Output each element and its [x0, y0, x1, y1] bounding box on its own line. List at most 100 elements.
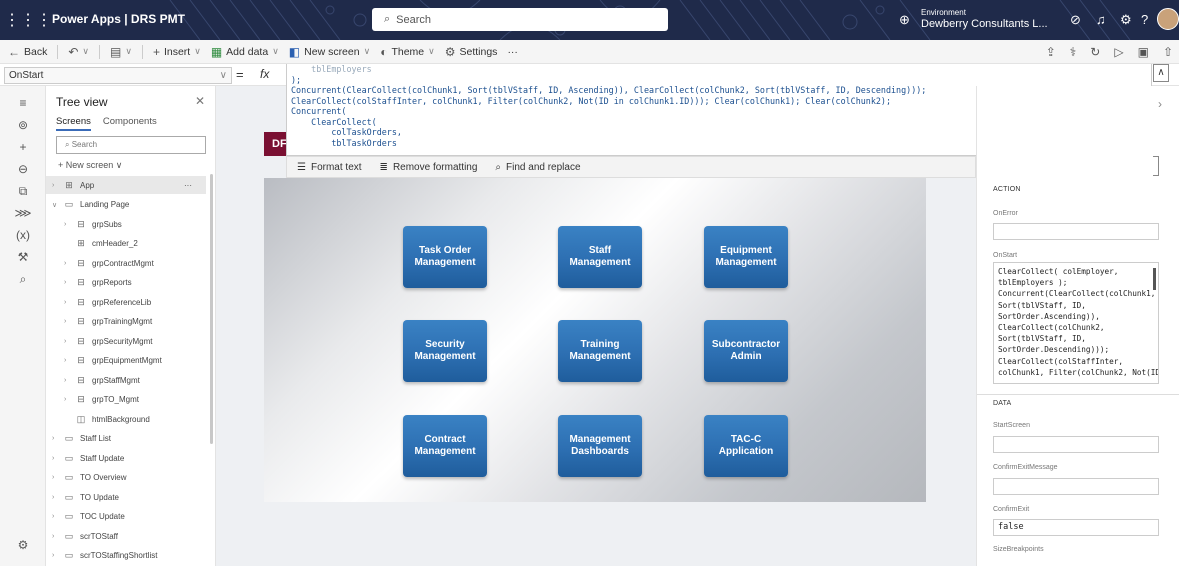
on-start-scrollbar[interactable] — [1153, 268, 1156, 290]
fx-icon[interactable]: fx — [260, 67, 269, 81]
tree-item[interactable]: › ⊟ grpTrainingMgmt — [46, 313, 206, 331]
expand-chevron-icon[interactable]: › — [52, 435, 62, 442]
power-automate-icon[interactable]: ⋙ — [0, 206, 46, 220]
tree-item[interactable]: › ⊟ grpReports — [46, 274, 206, 292]
tree-item[interactable]: ∨ ▭ Landing Page — [46, 196, 206, 214]
expand-chevron-icon[interactable]: › — [52, 474, 62, 481]
tree-item[interactable]: › ▭ Staff Update — [46, 449, 206, 467]
remove-formatting-button[interactable]: ≣ Remove formatting — [380, 162, 478, 173]
expand-chevron-icon[interactable]: › — [52, 455, 62, 462]
tree-item[interactable]: ⊞ cmHeader_2 — [46, 235, 206, 253]
tree-view-icon[interactable]: ⊚ — [0, 118, 46, 132]
expand-chevron-icon[interactable]: › — [64, 279, 74, 286]
notifications-icon[interactable]: ♫ — [1096, 12, 1106, 27]
more-button[interactable]: ··· — [507, 46, 518, 58]
chevron-right-icon[interactable]: › — [1158, 97, 1162, 111]
tree-item[interactable]: › ▭ Staff List — [46, 430, 206, 448]
expand-chevron-icon[interactable]: › — [52, 494, 62, 501]
nav-tile[interactable]: Task Order Management — [403, 226, 487, 288]
settings-icon[interactable]: ⚙ — [1120, 12, 1132, 28]
add-data-button[interactable]: ▦ Add data ∨ — [211, 45, 279, 59]
nav-tile[interactable]: Security Management — [403, 320, 487, 382]
expand-chevron-icon[interactable]: › — [64, 221, 74, 228]
help-icon[interactable]: ? — [1141, 12, 1148, 27]
find-replace-button[interactable]: ⌕ Find and replace — [495, 162, 580, 173]
refresh-icon[interactable]: ↻ — [1090, 45, 1100, 59]
nav-tile[interactable]: Training Management — [558, 320, 642, 382]
tab-screens[interactable]: Screens — [56, 116, 91, 131]
nav-tile[interactable]: Staff Management — [558, 226, 642, 288]
search-icon[interactable]: ⌕ — [0, 272, 46, 287]
expand-chevron-icon[interactable]: › — [64, 338, 74, 345]
nav-tile[interactable]: Subcontractor Admin — [704, 320, 788, 382]
back-button[interactable]: ← Back — [8, 45, 47, 59]
share-icon[interactable]: ⇪ — [1046, 45, 1056, 59]
more-icon[interactable]: ··· — [184, 181, 192, 190]
on-start-field[interactable]: ClearCollect( colEmployer, tblEmployers )… — [993, 262, 1159, 384]
settings-button[interactable]: ⚙ Settings — [445, 45, 498, 59]
avatar[interactable] — [1157, 8, 1179, 30]
environment-picker[interactable]: ⊕ Environment Dewberry Consultants L... — [895, 6, 1055, 34]
insert-button[interactable]: + Insert ∨ — [153, 45, 201, 59]
tree-item[interactable]: › ▭ TO Update — [46, 488, 206, 506]
nav-tile[interactable]: Contract Management — [403, 415, 487, 477]
tree-item[interactable]: › ▭ TOC Update — [46, 508, 206, 526]
advanced-tools-icon[interactable]: ⚒ — [0, 250, 46, 264]
nav-tile[interactable]: Management Dashboards — [558, 415, 642, 477]
variables-icon[interactable]: (x) — [0, 228, 46, 242]
data-icon[interactable]: ⊖ — [0, 162, 46, 176]
tree-item[interactable]: › ⊟ grpContractMgmt — [46, 254, 206, 272]
expand-chevron-icon[interactable]: › — [64, 318, 74, 325]
expand-chevron-icon[interactable]: ∨ — [52, 201, 62, 209]
insert-icon[interactable]: + — [0, 140, 46, 154]
expand-formula-icon[interactable]: ∧ — [1153, 64, 1169, 82]
tab-components[interactable]: Components — [103, 116, 157, 131]
theme-button[interactable]: ◐ Theme ∨ — [380, 45, 435, 59]
tree-item[interactable]: › ▭ scrTOStaff — [46, 527, 206, 545]
tree-item[interactable]: › ⊟ grpEquipmentMgmt — [46, 352, 206, 370]
expand-chevron-icon[interactable]: › — [64, 299, 74, 306]
tree-item[interactable]: › ⊟ grpReferenceLib — [46, 293, 206, 311]
play-icon[interactable]: ▷ — [1114, 45, 1123, 59]
save-icon[interactable]: ▣ — [1138, 45, 1149, 59]
undo-button[interactable]: ↶ ∨ — [68, 45, 89, 59]
menu-icon[interactable]: ≡ — [0, 96, 46, 110]
expand-chevron-icon[interactable]: › — [52, 533, 62, 540]
new-screen-button[interactable]: ◧ New screen ∨ — [289, 45, 370, 59]
tree-item[interactable]: › ⊟ grpSecurityMgmt — [46, 332, 206, 350]
expand-chevron-icon[interactable]: › — [52, 552, 62, 559]
expand-chevron-icon[interactable]: › — [52, 182, 62, 189]
paste-button[interactable]: ▤ ∨ — [110, 45, 132, 59]
close-icon[interactable]: ✕ — [195, 94, 205, 108]
expand-chevron-icon[interactable]: › — [52, 513, 62, 520]
tree-item[interactable]: › ⊟ grpTO_Mgmt — [46, 391, 206, 409]
start-screen-field[interactable] — [993, 436, 1159, 453]
media-icon[interactable]: ⧉ — [0, 184, 46, 199]
tree-item[interactable]: › ▭ TO Overview — [46, 469, 206, 487]
app-launcher-icon[interactable]: ⋮⋮⋮ — [4, 0, 52, 40]
on-error-field[interactable] — [993, 223, 1159, 240]
tree-scrollbar[interactable] — [210, 174, 213, 444]
global-search-input[interactable]: ⌕ Search — [372, 8, 668, 31]
format-text-button[interactable]: ☰ Format text — [297, 162, 362, 173]
publish-icon[interactable]: ⇧ — [1163, 45, 1173, 59]
expand-chevron-icon[interactable]: › — [64, 377, 74, 384]
nav-tile[interactable]: Equipment Management — [704, 226, 788, 288]
screen-header[interactable]: DF — [264, 132, 288, 156]
confirm-exit-field[interactable]: false — [993, 519, 1159, 536]
expand-chevron-icon[interactable]: › — [64, 396, 74, 403]
expand-chevron-icon[interactable]: › — [64, 260, 74, 267]
nav-tile[interactable]: TAC-C Application — [704, 415, 788, 477]
confirm-exit-message-field[interactable] — [993, 478, 1159, 495]
settings-icon[interactable]: ⚙ — [0, 538, 46, 552]
tree-item[interactable]: › ⊟ grpStaffMgmt — [46, 371, 206, 389]
new-screen-link[interactable]: + New screen ∨ — [58, 160, 122, 171]
tree-item[interactable]: › ⊞ App ··· — [46, 176, 206, 194]
expand-chevron-icon[interactable]: › — [64, 357, 74, 364]
tree-search-input[interactable]: ⌕ Search — [56, 136, 206, 154]
property-selector[interactable]: OnStart ∨ — [4, 67, 232, 84]
tree-item[interactable]: ◫ htmlBackground — [46, 410, 206, 428]
copilot-icon[interactable]: ⊘ — [1070, 12, 1081, 28]
app-checker-icon[interactable]: ⚕ — [1070, 45, 1077, 59]
tree-item[interactable]: › ▭ scrTOStaffingShortlist — [46, 547, 206, 565]
